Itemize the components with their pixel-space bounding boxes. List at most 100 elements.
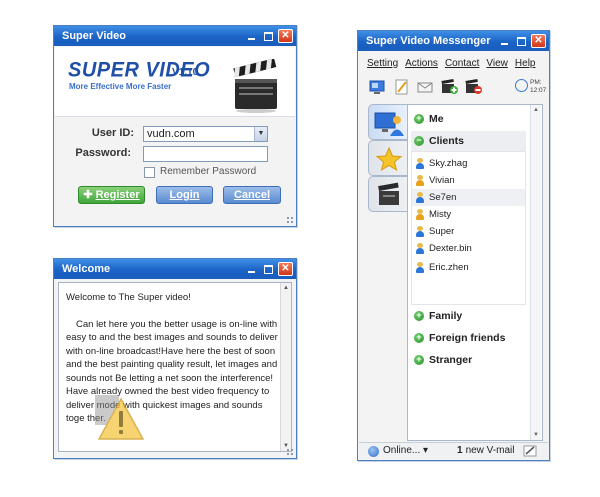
video-add-icon[interactable] (440, 78, 458, 96)
login-button[interactable]: Login (156, 186, 213, 204)
cancel-button[interactable]: Cancel (223, 186, 281, 204)
maximize-icon[interactable] (261, 262, 276, 276)
side-tabs (368, 104, 408, 212)
group-foreign-friends[interactable]: + Foreign friends (411, 328, 526, 348)
notepad-icon[interactable] (392, 78, 410, 96)
star-icon (375, 146, 403, 172)
expand-icon[interactable]: + (414, 311, 424, 321)
toolbar: PM: 12:07 (368, 78, 547, 100)
status-selector[interactable]: Online... ▾ (383, 445, 428, 456)
login-window: Super Video ✕ SUPER VIDEO V1.10 More Eff… (53, 25, 297, 227)
minimize-icon[interactable] (244, 262, 259, 276)
messenger-window-title: Super Video Messenger (366, 35, 491, 47)
login-titlebar[interactable]: Super Video ✕ (54, 26, 296, 46)
group-me-label: Me (429, 113, 444, 125)
contact-name: Super (429, 226, 455, 237)
close-icon[interactable]: ✕ (278, 262, 293, 276)
clients-contact-list: Sky.zhag Vivian Se7en Misty Super Dexter… (411, 151, 526, 305)
group-me[interactable]: + Me (411, 109, 526, 129)
userid-label: User ID: (91, 127, 134, 139)
expand-icon[interactable]: + (414, 333, 424, 343)
expand-icon[interactable]: + (414, 355, 424, 365)
contact-name: Misty (429, 209, 452, 220)
userid-combobox[interactable]: vudn.com ▼ (143, 126, 268, 142)
login-window-title: Super Video (62, 30, 126, 42)
tab-favorites[interactable] (368, 140, 408, 176)
expand-icon[interactable]: + (414, 114, 424, 124)
mail-icon[interactable] (416, 78, 434, 96)
contact-name: Sky.zhag (429, 158, 468, 169)
pen-icon[interactable] (523, 445, 537, 457)
brand-version: V1.10 (172, 67, 199, 78)
login-label: Login (169, 189, 200, 201)
menu-setting[interactable]: Setting (367, 58, 398, 69)
group-clients[interactable]: − Clients (411, 131, 526, 151)
remember-password-label: Remember Password (160, 166, 257, 177)
close-icon[interactable]: ✕ (531, 34, 546, 48)
status-text: Online... (383, 445, 421, 456)
status-globe-icon[interactable] (368, 446, 379, 457)
group-foreign-label: Foreign friends (429, 332, 506, 344)
maximize-icon[interactable] (261, 29, 276, 43)
scroll-down-icon[interactable]: ▼ (531, 430, 541, 440)
tab-videos[interactable] (368, 176, 408, 212)
messenger-titlebar[interactable]: Super Video Messenger ✕ (358, 31, 549, 51)
plus-icon: ✚ (83, 189, 93, 201)
contact-item[interactable]: Sky.zhag (412, 155, 525, 172)
warning-icon (95, 395, 145, 440)
contact-name: Vivian (429, 175, 455, 186)
clock-time: 12:07 (530, 87, 547, 94)
menu-help[interactable]: Help (515, 58, 536, 69)
close-icon[interactable]: ✕ (278, 29, 293, 43)
contact-item[interactable]: Dexter.bin (412, 240, 525, 257)
welcome-greeting: Welcome to The Super video! (66, 292, 191, 303)
chevron-down-icon[interactable]: ▼ (254, 127, 267, 141)
contact-icon (416, 192, 424, 203)
video-remove-icon[interactable] (464, 78, 482, 96)
contact-item[interactable]: Super (412, 223, 525, 240)
contact-name: Dexter.bin (429, 243, 472, 254)
remember-password-checkbox[interactable] (144, 167, 155, 178)
contact-list-panel: + Me − Clients Sky.zhag Vivian Se7en Mis… (407, 104, 543, 441)
contact-item[interactable]: Misty (412, 206, 525, 223)
clock-period: PM: (530, 79, 542, 86)
welcome-text-area[interactable]: Welcome to The Super video! Can let here… (58, 282, 292, 452)
clapperboard-icon (233, 59, 277, 113)
menu-bar: Setting Actions Contact View Help (359, 52, 548, 74)
monitor-icon[interactable] (368, 78, 386, 96)
vmail-label: new V-mail (465, 445, 515, 456)
resize-grip[interactable] (286, 216, 294, 224)
group-clients-label: Clients (429, 135, 465, 147)
resize-grip[interactable] (286, 448, 294, 456)
contact-item[interactable]: Eric.zhen (412, 259, 525, 276)
tab-contacts[interactable] (368, 104, 408, 140)
group-stranger-label: Stranger (429, 354, 473, 366)
contact-name: Se7en (429, 192, 457, 203)
collapse-icon[interactable]: − (414, 136, 424, 146)
group-stranger[interactable]: + Stranger (411, 350, 526, 370)
userid-value: vudn.com (147, 128, 195, 140)
register-button[interactable]: ✚ Register (78, 186, 145, 204)
group-family[interactable]: + Family (411, 306, 526, 326)
scroll-up-icon[interactable]: ▲ (281, 283, 291, 293)
vmail-notice[interactable]: 1 new V-mail (457, 445, 514, 456)
menu-view[interactable]: View (486, 58, 508, 69)
contact-item[interactable]: Se7en (412, 189, 525, 206)
messenger-window: Super Video Messenger ✕ Setting Actions … (357, 30, 550, 461)
contact-item[interactable]: Vivian (412, 172, 525, 189)
group-family-label: Family (429, 310, 463, 322)
contact-scrollbar[interactable]: ▲ ▼ (530, 105, 541, 440)
menu-actions[interactable]: Actions (405, 58, 438, 69)
contacts-tab-icon (374, 112, 404, 136)
contact-icon (416, 209, 424, 220)
minimize-icon[interactable] (497, 34, 512, 48)
menu-contact[interactable]: Contact (445, 58, 479, 69)
scroll-up-icon[interactable]: ▲ (531, 105, 541, 115)
welcome-window: Welcome ✕ Welcome to The Super video! Ca… (53, 258, 297, 459)
maximize-icon[interactable] (514, 34, 529, 48)
minimize-icon[interactable] (244, 29, 259, 43)
password-field[interactable] (143, 146, 268, 162)
welcome-scrollbar[interactable]: ▲ ▼ (280, 283, 291, 451)
contact-icon (416, 158, 424, 169)
welcome-titlebar[interactable]: Welcome ✕ (54, 259, 296, 279)
